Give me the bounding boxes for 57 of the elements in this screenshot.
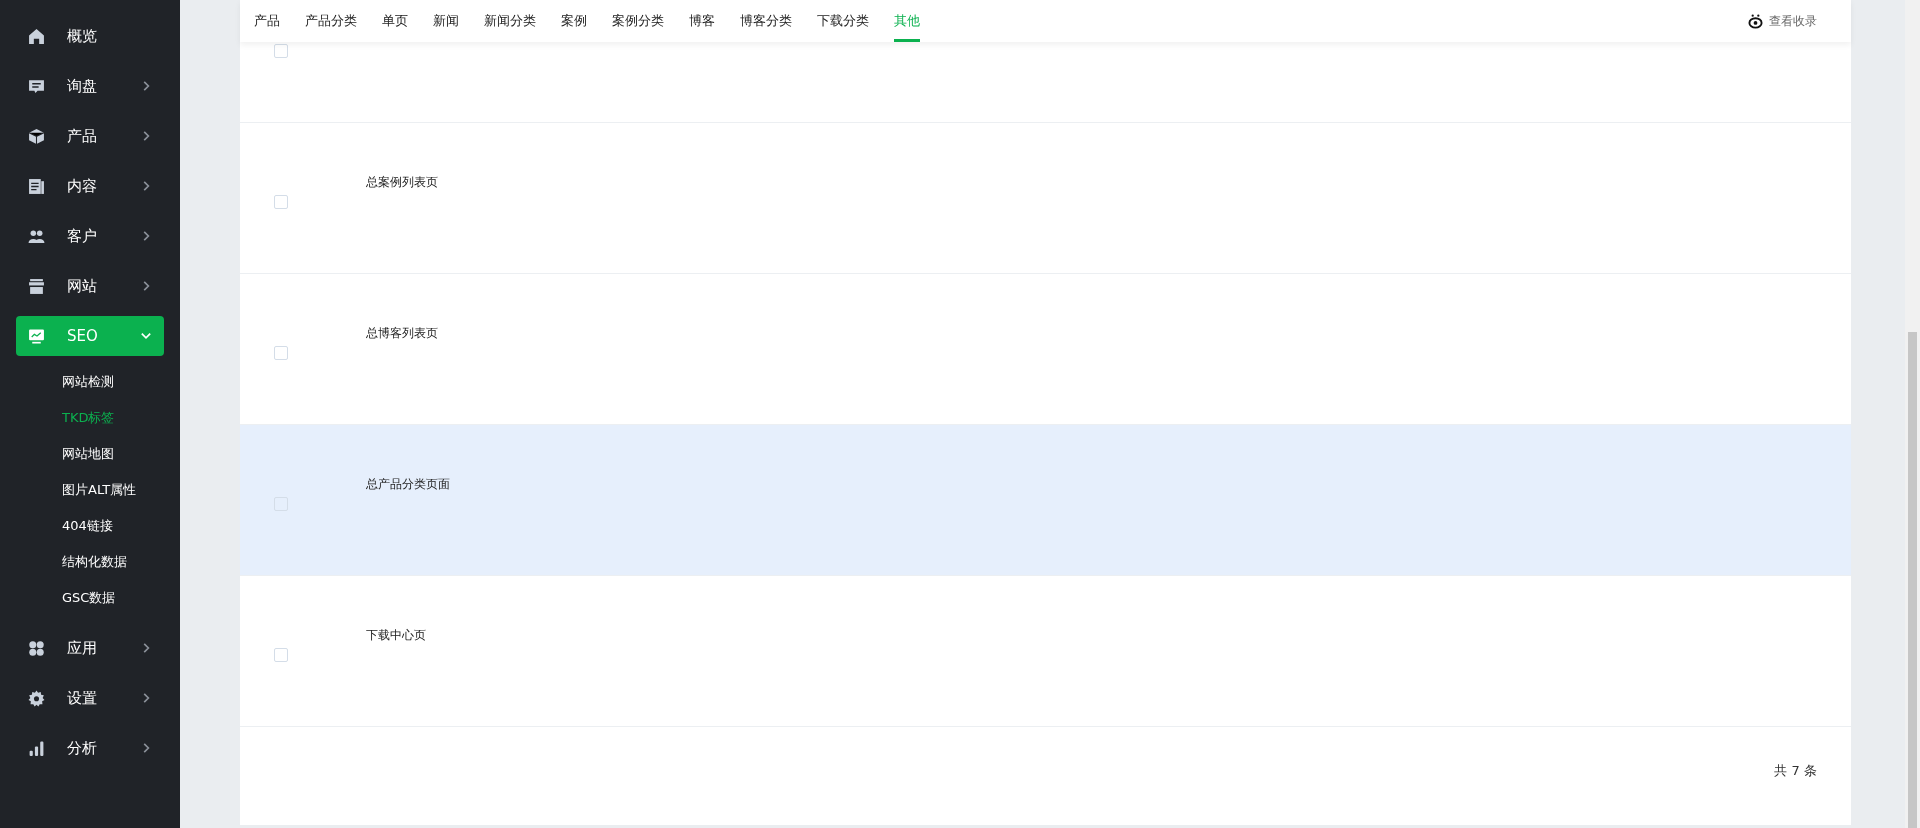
tab[interactable]: 新闻分类 xyxy=(484,0,536,42)
checkbox[interactable] xyxy=(274,346,288,360)
sidebar-label: 设置 xyxy=(67,688,98,708)
tab[interactable]: 下载分类 xyxy=(817,0,869,42)
sidebar-subitem[interactable]: 结构化数据 xyxy=(0,544,180,580)
sidebar-item[interactable]: 产品 xyxy=(16,116,164,156)
document-icon xyxy=(28,177,45,195)
tab[interactable]: 案例 xyxy=(561,0,587,42)
home-icon xyxy=(28,27,45,45)
tab[interactable]: 新闻 xyxy=(433,0,459,42)
scrollbar[interactable] xyxy=(1905,0,1920,828)
sidebar-label: 客户 xyxy=(67,226,98,246)
bar-chart-icon xyxy=(28,739,45,757)
sidebar-label: 询盘 xyxy=(67,76,98,96)
sidebar-label: 概览 xyxy=(67,26,98,46)
page-name: 总博客列表页 xyxy=(366,325,438,341)
checkbox[interactable] xyxy=(274,195,288,209)
sidebar-subitem[interactable]: 图片ALT属性 xyxy=(0,472,180,508)
sidebar-label: 内容 xyxy=(67,176,98,196)
chat-icon xyxy=(28,77,45,95)
sidebar-item[interactable]: 客户 xyxy=(16,216,164,256)
sidebar-label: 应用 xyxy=(67,638,98,658)
settings-icon xyxy=(28,689,45,707)
tab[interactable]: 案例分类 xyxy=(612,0,664,42)
sidebar-label: 网站 xyxy=(67,276,98,296)
sidebar-subitem[interactable]: TKD标签 xyxy=(0,400,180,436)
cube-icon xyxy=(28,127,45,145)
sidebar-item[interactable]: 询盘 xyxy=(16,66,164,106)
page-name: 总案例列表页 xyxy=(366,174,438,190)
tab[interactable]: 博客 xyxy=(689,0,715,42)
view-index-link[interactable]: 查看收录 xyxy=(1748,0,1851,42)
total-count: 共 7 条 xyxy=(1774,762,1817,780)
grid-icon xyxy=(28,639,45,657)
sidebar-item[interactable]: 内容 xyxy=(16,166,164,206)
sidebar-subitem[interactable]: GSC数据 xyxy=(0,580,180,616)
page-name: 下载中心页 xyxy=(366,627,426,643)
storefront-icon xyxy=(28,277,45,295)
sidebar-item[interactable]: 应用 xyxy=(16,628,164,668)
sidebar-item[interactable]: 概览 xyxy=(16,16,164,56)
monitor-icon xyxy=(28,327,45,345)
sidebar-subitem[interactable]: 网站检测 xyxy=(0,364,180,400)
tab[interactable]: 产品分类 xyxy=(305,0,357,42)
sidebar-subitem[interactable]: 404链接 xyxy=(0,508,180,544)
sidebar-item[interactable]: 网站 xyxy=(16,266,164,306)
eye-icon xyxy=(1748,13,1763,29)
checkbox[interactable] xyxy=(274,44,288,58)
sidebar-label: 产品 xyxy=(67,126,98,146)
sidebar-item[interactable]: 设置 xyxy=(16,678,164,718)
tab[interactable]: 单页 xyxy=(382,0,408,42)
sidebar-item[interactable]: 分析 xyxy=(16,728,164,768)
checkbox[interactable] xyxy=(274,648,288,662)
sidebar-label: SEO xyxy=(67,327,99,345)
tab[interactable]: 博客分类 xyxy=(740,0,792,42)
sidebar-subitem[interactable]: 网站地图 xyxy=(0,436,180,472)
sidebar-label: 分析 xyxy=(67,738,98,758)
tab[interactable]: 产品 xyxy=(254,0,280,42)
page-name: 总产品分类页面 xyxy=(366,476,450,492)
